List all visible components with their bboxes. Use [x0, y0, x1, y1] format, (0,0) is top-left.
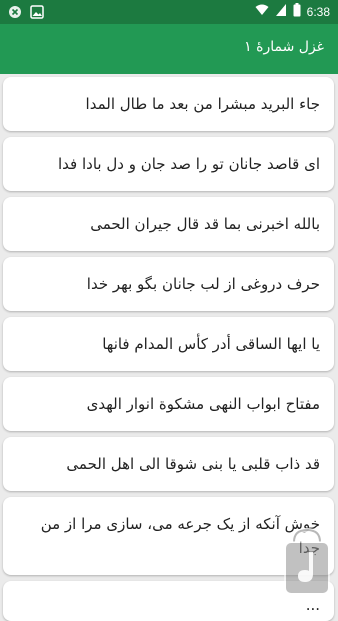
- verse-text: مفتاح ابواب النهی مشکوة انوار الهدی: [86, 395, 320, 413]
- status-time: 6:38: [306, 4, 330, 19]
- verse-card[interactable]: مفتاح ابواب النهی مشکوة انوار الهدی: [3, 377, 334, 431]
- verse-text: جاء البرید مبشرا من بعد ما طال المدا: [85, 95, 320, 113]
- verse-text: ...: [305, 596, 320, 614]
- verse-card[interactable]: ای قاصد جانان تو را صد جان و دل بادا فدا: [3, 137, 334, 191]
- verse-text: حرف دروغی از لب جانان بگو بهر خدا: [86, 275, 320, 293]
- verse-text: قد ذاب قلبی یا بنی شوقا الی اهل الحمی: [66, 455, 320, 473]
- system-status: 6:38: [255, 3, 330, 20]
- signal-icon: [275, 3, 287, 20]
- verse-card[interactable]: قد ذاب قلبی یا بنی شوقا الی اهل الحمی: [3, 437, 334, 491]
- wifi-icon: [255, 3, 269, 20]
- notification-icons: [8, 4, 44, 23]
- verse-card[interactable]: بالله اخبرنی بما قد قال جیران الحمی: [3, 197, 334, 251]
- verse-text: بالله اخبرنی بما قد قال جیران الحمی: [90, 215, 320, 233]
- image-notification-icon: [30, 4, 44, 23]
- battery-icon: [293, 3, 301, 20]
- close-notification-icon: [8, 4, 22, 23]
- verse-card[interactable]: حرف دروغی از لب جانان بگو بهر خدا: [3, 257, 334, 311]
- status-bar: 6:38: [0, 0, 338, 24]
- verse-card[interactable]: یا ایها الساقی أدر کأس المدام فانها: [3, 317, 334, 371]
- app-bar: غزل شمارهٔ ۱: [0, 24, 338, 74]
- page-title: غزل شمارهٔ ۱: [244, 39, 324, 55]
- verse-text: خوش آنکه از یک جرعه می، سازی مرا از من ج…: [40, 515, 320, 557]
- verse-text: ای قاصد جانان تو را صد جان و دل بادا فدا: [58, 155, 320, 173]
- verse-text: یا ایها الساقی أدر کأس المدام فانها: [102, 335, 320, 353]
- verse-card[interactable]: جاء البرید مبشرا من بعد ما طال المدا: [3, 77, 334, 131]
- store-logo-icon: [280, 524, 334, 598]
